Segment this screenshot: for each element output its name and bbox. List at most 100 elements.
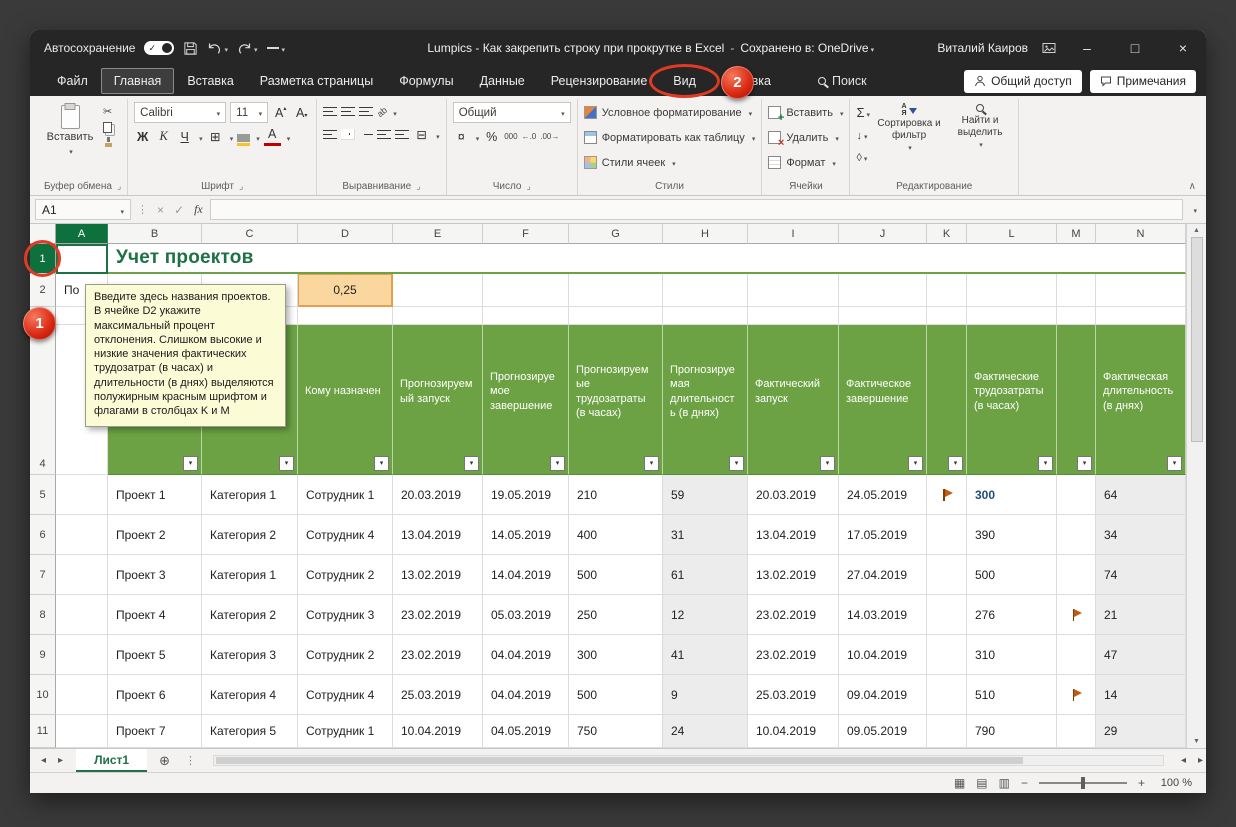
filter-button[interactable]: [948, 456, 963, 471]
tab-home[interactable]: Главная: [101, 68, 175, 94]
align-top-icon[interactable]: [323, 107, 337, 117]
zoom-out-icon[interactable]: −: [1021, 776, 1028, 790]
cell[interactable]: [748, 274, 839, 307]
cell[interactable]: [1096, 307, 1186, 325]
cell[interactable]: Сотрудник 1: [298, 475, 393, 515]
cell[interactable]: 34: [1096, 515, 1186, 555]
column-header[interactable]: I: [748, 224, 839, 244]
table-header-cell[interactable]: Прогнозируемые трудозатраты (в часах): [569, 325, 663, 475]
cell[interactable]: 23.02.2019: [748, 635, 839, 675]
cell[interactable]: Сотрудник 1: [298, 715, 393, 748]
cell[interactable]: [483, 274, 569, 307]
increase-decimal-icon[interactable]: ←.0: [522, 132, 537, 141]
table-header-cell[interactable]: Фактическая длительность (в днях): [1096, 325, 1186, 475]
cell[interactable]: 19.05.2019: [483, 475, 569, 515]
cell[interactable]: 13.04.2019: [393, 515, 483, 555]
share-button[interactable]: Общий доступ: [964, 70, 1082, 93]
scroll-up-icon[interactable]: ▲: [1193, 227, 1200, 234]
cell[interactable]: 390: [967, 515, 1057, 555]
cell[interactable]: Проект 4: [108, 595, 202, 635]
format-cells-button[interactable]: Формат: [768, 152, 843, 173]
horizontal-scrollbar-thumb[interactable]: [216, 757, 1023, 764]
comments-button[interactable]: Примечания: [1090, 70, 1196, 93]
underline-button[interactable]: Ч: [176, 127, 193, 146]
formula-input[interactable]: [210, 199, 1184, 220]
cell[interactable]: 500: [569, 675, 663, 715]
cell[interactable]: 12: [663, 595, 748, 635]
cell[interactable]: Сотрудник 4: [298, 675, 393, 715]
cell[interactable]: [56, 635, 108, 675]
cell[interactable]: 10.04.2019: [748, 715, 839, 748]
cell[interactable]: [1057, 307, 1096, 325]
accounting-format-icon[interactable]: ¤: [453, 127, 470, 146]
cell[interactable]: [1057, 515, 1096, 555]
cell[interactable]: 300: [569, 635, 663, 675]
cell[interactable]: 21: [1096, 595, 1186, 635]
cell[interactable]: 25.03.2019: [393, 675, 483, 715]
filter-button[interactable]: [644, 456, 659, 471]
cell[interactable]: 64: [1096, 475, 1186, 515]
cell[interactable]: [56, 715, 108, 748]
sort-filter-button[interactable]: АЯ Сортировка и фильтр: [877, 102, 941, 154]
copy-icon[interactable]: [103, 122, 112, 133]
cell[interactable]: [393, 307, 483, 325]
cell[interactable]: Категория 1: [202, 475, 298, 515]
cell[interactable]: [56, 595, 108, 635]
sheet-title-cell[interactable]: Учет проектов: [108, 244, 1186, 274]
cell-M10[interactable]: [1057, 675, 1096, 715]
filter-button[interactable]: [374, 456, 389, 471]
row-header-1[interactable]: 1 1: [30, 244, 56, 274]
column-header[interactable]: F: [483, 224, 569, 244]
title-dropdown-icon[interactable]: [869, 41, 875, 55]
cell[interactable]: 27.04.2019: [839, 555, 927, 595]
cell[interactable]: 41: [663, 635, 748, 675]
paste-button[interactable]: Вставить: [44, 102, 96, 157]
cell[interactable]: Категория 3: [202, 635, 298, 675]
cell[interactable]: 9: [663, 675, 748, 715]
cell[interactable]: 74: [1096, 555, 1186, 595]
align-left-icon[interactable]: [323, 130, 337, 140]
cell[interactable]: 23.02.2019: [393, 635, 483, 675]
table-header-cell[interactable]: Кому назначен: [298, 325, 393, 475]
cell[interactable]: 20.03.2019: [393, 475, 483, 515]
save-icon[interactable]: [183, 41, 198, 56]
italic-button[interactable]: К: [155, 127, 172, 146]
shrink-font-button[interactable]: А: [293, 103, 310, 122]
dialog-launcher-font[interactable]: ⌟: [239, 181, 243, 192]
formula-cancel-icon[interactable]: ×: [154, 203, 167, 217]
column-header[interactable]: H: [663, 224, 748, 244]
view-page-layout-icon[interactable]: ▤: [976, 776, 987, 790]
cell[interactable]: [569, 274, 663, 307]
undo-dropdown-icon[interactable]: [222, 41, 228, 55]
vertical-scrollbar-thumb[interactable]: [1191, 237, 1203, 442]
cell-D2[interactable]: 0,25: [298, 274, 393, 307]
column-header[interactable]: G: [569, 224, 663, 244]
percent-style-button[interactable]: %: [483, 127, 500, 146]
zoom-slider-thumb[interactable]: [1081, 777, 1085, 789]
cell[interactable]: 13.02.2019: [393, 555, 483, 595]
cell[interactable]: 14: [1096, 675, 1186, 715]
cell[interactable]: Категория 2: [202, 595, 298, 635]
autosave-toggle[interactable]: ✓: [144, 41, 174, 55]
row-header[interactable]: 2: [30, 274, 56, 307]
cell[interactable]: [927, 675, 967, 715]
cell[interactable]: [56, 475, 108, 515]
filter-button[interactable]: [550, 456, 565, 471]
number-format-select[interactable]: Общий: [453, 102, 571, 123]
column-header[interactable]: C: [202, 224, 298, 244]
cell[interactable]: [927, 515, 967, 555]
bold-button[interactable]: Ж: [134, 127, 151, 146]
cell[interactable]: [967, 274, 1057, 307]
minimize-button[interactable]: –: [1070, 30, 1104, 66]
cell[interactable]: 09.04.2019: [839, 675, 927, 715]
table-header-cell[interactable]: [927, 325, 967, 475]
cell[interactable]: [298, 307, 393, 325]
sheet-tab-active[interactable]: Лист1: [76, 749, 147, 772]
orientation-icon[interactable]: ab: [375, 104, 389, 118]
customize-quick-access-icon[interactable]: [267, 41, 286, 55]
cell[interactable]: Проект 3: [108, 555, 202, 595]
sheet-nav-left-icon[interactable]: ◂: [38, 755, 49, 766]
cut-icon[interactable]: ✂: [103, 107, 114, 118]
dialog-launcher-clipboard[interactable]: ⌟: [117, 181, 121, 192]
cell[interactable]: [1057, 635, 1096, 675]
